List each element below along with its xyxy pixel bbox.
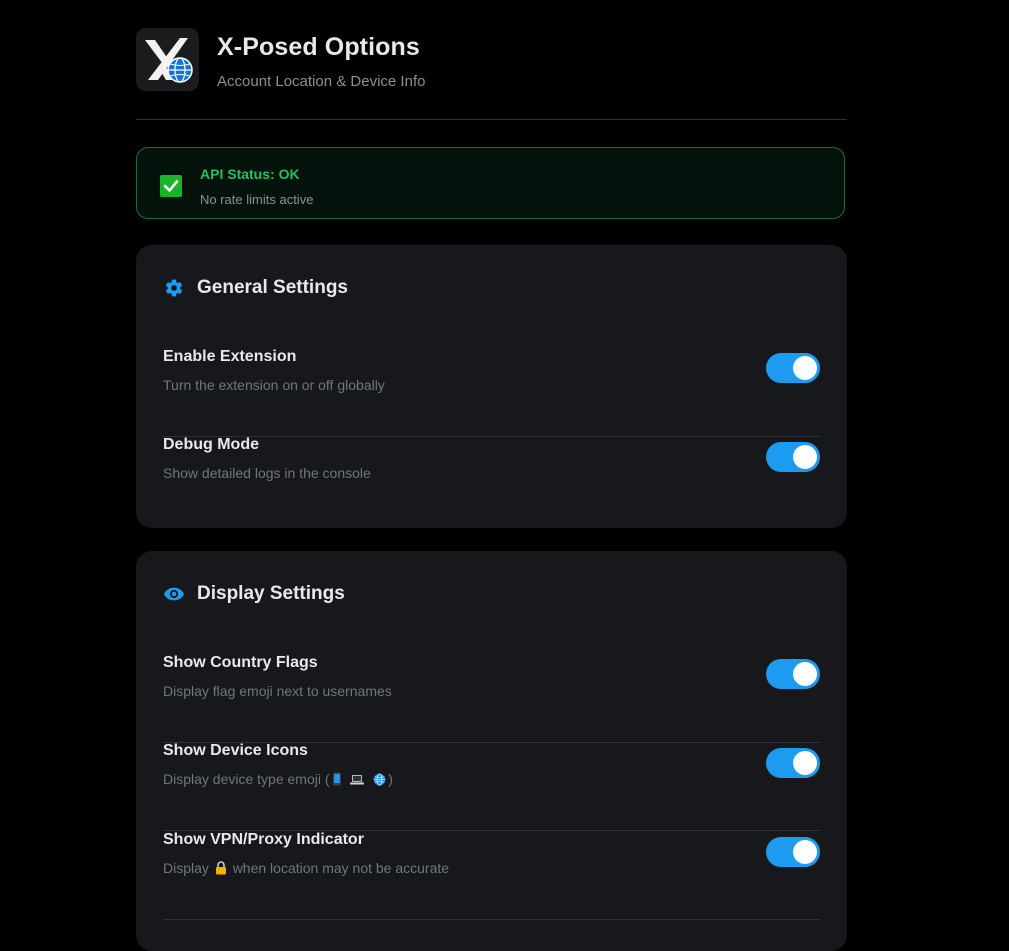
- toggle-knob: [793, 356, 817, 380]
- x-globe-logo-icon: [136, 28, 199, 91]
- setting-label: Enable Extension: [163, 348, 297, 365]
- api-status-subtitle: No rate limits active: [200, 192, 314, 207]
- api-status-title: API Status: OK: [200, 166, 300, 182]
- page-subtitle: Account Location & Device Info: [217, 73, 426, 90]
- setting-show-vpn-proxy-indicator: Show VPN/Proxy Indicator Display when lo…: [163, 831, 820, 920]
- setting-label: Debug Mode: [163, 436, 259, 453]
- setting-description: Show detailed logs in the console: [163, 465, 371, 481]
- options-page: X-Posed Options Account Location & Devic…: [136, 0, 847, 951]
- laptop-icon: [349, 773, 365, 789]
- description-suffix: when location may not be accurate: [232, 860, 450, 876]
- setting-enable-extension: Enable Extension Turn the extension on o…: [163, 348, 820, 437]
- globe-icon: [373, 773, 386, 789]
- description-suffix: ): [388, 771, 393, 787]
- setting-description: Turn the extension on or off globally: [163, 377, 385, 393]
- show-country-flags-toggle[interactable]: [766, 659, 820, 689]
- gear-icon: [163, 277, 185, 299]
- display-settings-title: Display Settings: [197, 583, 345, 604]
- page-header: X-Posed Options Account Location & Devic…: [136, 0, 847, 120]
- setting-description: Display when location may not be accurat…: [163, 860, 449, 878]
- setting-label: Show VPN/Proxy Indicator: [163, 831, 364, 848]
- page-title: X-Posed Options: [217, 33, 420, 61]
- general-settings-card: General Settings Enable Extension Turn t…: [136, 245, 847, 528]
- api-status-banner: API Status: OK No rate limits active: [136, 147, 845, 219]
- show-device-icons-toggle[interactable]: [766, 748, 820, 778]
- toggle-knob: [793, 840, 817, 864]
- eye-icon: [163, 583, 185, 605]
- setting-label: Show Device Icons: [163, 742, 308, 759]
- toggle-knob: [793, 445, 817, 469]
- setting-label: Show Country Flags: [163, 654, 318, 671]
- display-settings-card: Display Settings Show Country Flags Disp…: [136, 551, 847, 951]
- setting-show-country-flags: Show Country Flags Display flag emoji ne…: [163, 654, 820, 743]
- lock-icon: [215, 861, 227, 878]
- phone-icon: [332, 772, 342, 789]
- debug-mode-toggle[interactable]: [766, 442, 820, 472]
- toggle-knob: [793, 662, 817, 686]
- display-settings-header: Display Settings: [163, 581, 345, 607]
- description-prefix: Display device type emoji (: [163, 771, 330, 787]
- setting-debug-mode: Debug Mode Show detailed logs in the con…: [163, 436, 820, 524]
- general-settings-header: General Settings: [163, 275, 348, 301]
- setting-description: Display flag emoji next to usernames: [163, 683, 392, 699]
- setting-description: Display device type emoji ( ): [163, 771, 393, 789]
- description-prefix: Display: [163, 860, 209, 876]
- check-icon: [160, 175, 182, 197]
- general-settings-title: General Settings: [197, 277, 348, 298]
- toggle-knob: [793, 751, 817, 775]
- enable-extension-toggle[interactable]: [766, 353, 820, 383]
- setting-show-device-icons: Show Device Icons Display device type em…: [163, 742, 820, 831]
- show-vpn-proxy-indicator-toggle[interactable]: [766, 837, 820, 867]
